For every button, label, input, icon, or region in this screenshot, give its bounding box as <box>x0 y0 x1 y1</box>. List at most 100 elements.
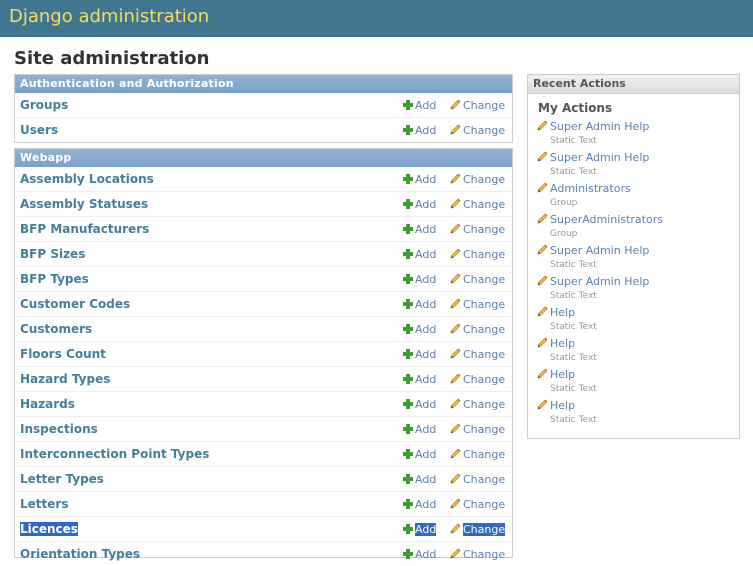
pencil-icon <box>537 120 548 131</box>
change-link[interactable]: Change <box>450 398 505 411</box>
add-link[interactable]: Add <box>403 198 436 211</box>
change-label: Change <box>463 273 506 286</box>
model-link[interactable]: BFP Sizes <box>20 247 85 261</box>
add-link[interactable]: Add <box>403 423 436 436</box>
add-label: Add <box>415 398 437 411</box>
add-link[interactable]: Add <box>403 298 436 311</box>
add-link[interactable]: Add <box>403 99 436 112</box>
pencil-icon <box>450 473 461 484</box>
model-link[interactable]: Letters <box>20 497 68 511</box>
action-label: Help <box>550 399 576 412</box>
add-link[interactable]: Add <box>403 273 436 286</box>
add-link[interactable]: Add <box>403 223 436 236</box>
model-link[interactable]: Groups <box>20 98 68 112</box>
change-link[interactable]: Change <box>450 423 505 436</box>
change-link[interactable]: Change <box>450 548 505 561</box>
app-caption[interactable]: Authentication and Authorization <box>15 75 512 93</box>
pencil-icon <box>450 298 461 309</box>
change-link[interactable]: Change <box>450 473 505 486</box>
add-label: Add <box>415 124 437 137</box>
plus-icon <box>403 524 413 534</box>
add-link[interactable]: Add <box>403 498 436 511</box>
plus-icon <box>403 224 413 234</box>
add-label: Add <box>415 448 437 461</box>
model-link[interactable]: Customer Codes <box>20 297 130 311</box>
pencil-icon <box>450 448 461 459</box>
change-link[interactable]: Change <box>450 448 505 461</box>
model-link[interactable]: BFP Manufacturers <box>20 222 149 236</box>
change-link[interactable]: Change <box>450 198 505 211</box>
model-link[interactable]: Orientation Types <box>20 547 140 561</box>
add-link[interactable]: Add <box>403 248 436 261</box>
change-label: Change <box>463 523 506 536</box>
add-link[interactable]: Add <box>403 348 436 361</box>
plus-icon <box>403 324 413 334</box>
change-link[interactable]: Change <box>450 323 505 336</box>
change-link[interactable]: Change <box>450 173 505 186</box>
model-link[interactable]: Customers <box>20 322 92 336</box>
model-link[interactable]: Inspections <box>20 422 98 436</box>
change-label: Change <box>463 373 506 386</box>
add-link[interactable]: Add <box>403 523 437 536</box>
change-link[interactable]: Change <box>450 124 505 137</box>
add-link[interactable]: Add <box>403 448 436 461</box>
action-content-type: Static Text <box>550 260 597 270</box>
add-link[interactable]: Add <box>403 173 436 186</box>
plus-icon <box>403 125 413 135</box>
model-link[interactable]: Hazard Types <box>20 372 110 386</box>
action-link[interactable]: Help <box>537 368 575 382</box>
change-label: Change <box>463 423 506 436</box>
add-link[interactable]: Add <box>403 373 436 386</box>
app-caption[interactable]: Webapp <box>15 149 512 167</box>
pencil-icon <box>450 423 461 434</box>
action-label: Help <box>550 368 576 381</box>
change-label: Change <box>463 398 506 411</box>
add-link[interactable]: Add <box>403 323 436 336</box>
change-link[interactable]: Change <box>450 223 505 236</box>
model-link[interactable]: Hazards <box>20 397 75 411</box>
change-link[interactable]: Change <box>450 298 505 311</box>
model-link[interactable]: Letter Types <box>20 472 104 486</box>
change-link[interactable]: Change <box>450 373 505 386</box>
change-label: Change <box>463 124 506 137</box>
model-link[interactable]: Interconnection Point Types <box>20 447 209 461</box>
model-link[interactable]: Licences <box>20 522 78 536</box>
model-row: Licences Add Change <box>15 517 512 542</box>
add-label: Add <box>415 99 437 112</box>
change-link[interactable]: Change <box>450 498 505 511</box>
site-name[interactable]: Django administration <box>9 6 209 27</box>
pencil-icon <box>450 548 461 559</box>
pencil-icon <box>450 198 461 209</box>
add-link[interactable]: Add <box>403 473 436 486</box>
pencil-icon <box>537 244 548 255</box>
model-link[interactable]: Floors Count <box>20 347 106 361</box>
model-link[interactable]: Users <box>20 123 58 137</box>
model-link[interactable]: Assembly Statuses <box>20 197 148 211</box>
action-link[interactable]: Super Admin Help <box>537 151 649 165</box>
pencil-icon <box>450 523 461 534</box>
action-link[interactable]: Super Admin Help <box>537 275 649 289</box>
action-link[interactable]: Help <box>537 306 575 320</box>
add-link[interactable]: Add <box>403 124 436 137</box>
plus-icon <box>403 299 413 309</box>
change-link[interactable]: Change <box>450 248 505 261</box>
change-link[interactable]: Change <box>450 99 505 112</box>
change-link[interactable]: Change <box>450 523 506 536</box>
model-link[interactable]: Assembly Locations <box>20 172 154 186</box>
action-link[interactable]: Super Admin Help <box>537 244 649 258</box>
add-link[interactable]: Add <box>403 398 436 411</box>
action-link[interactable]: Super Admin Help <box>537 120 649 134</box>
pencil-icon <box>537 368 548 379</box>
model-link[interactable]: BFP Types <box>20 272 89 286</box>
pencil-icon <box>537 151 548 162</box>
action-link[interactable]: Help <box>537 337 575 351</box>
add-link[interactable]: Add <box>403 548 436 561</box>
add-label: Add <box>415 423 437 436</box>
change-link[interactable]: Change <box>450 348 505 361</box>
action-link[interactable]: Help <box>537 399 575 413</box>
plus-icon <box>403 399 413 409</box>
action-label: Help <box>550 337 576 350</box>
action-link[interactable]: Administrators <box>537 182 631 196</box>
change-link[interactable]: Change <box>450 273 505 286</box>
action-link[interactable]: SuperAdministrators <box>537 213 663 227</box>
